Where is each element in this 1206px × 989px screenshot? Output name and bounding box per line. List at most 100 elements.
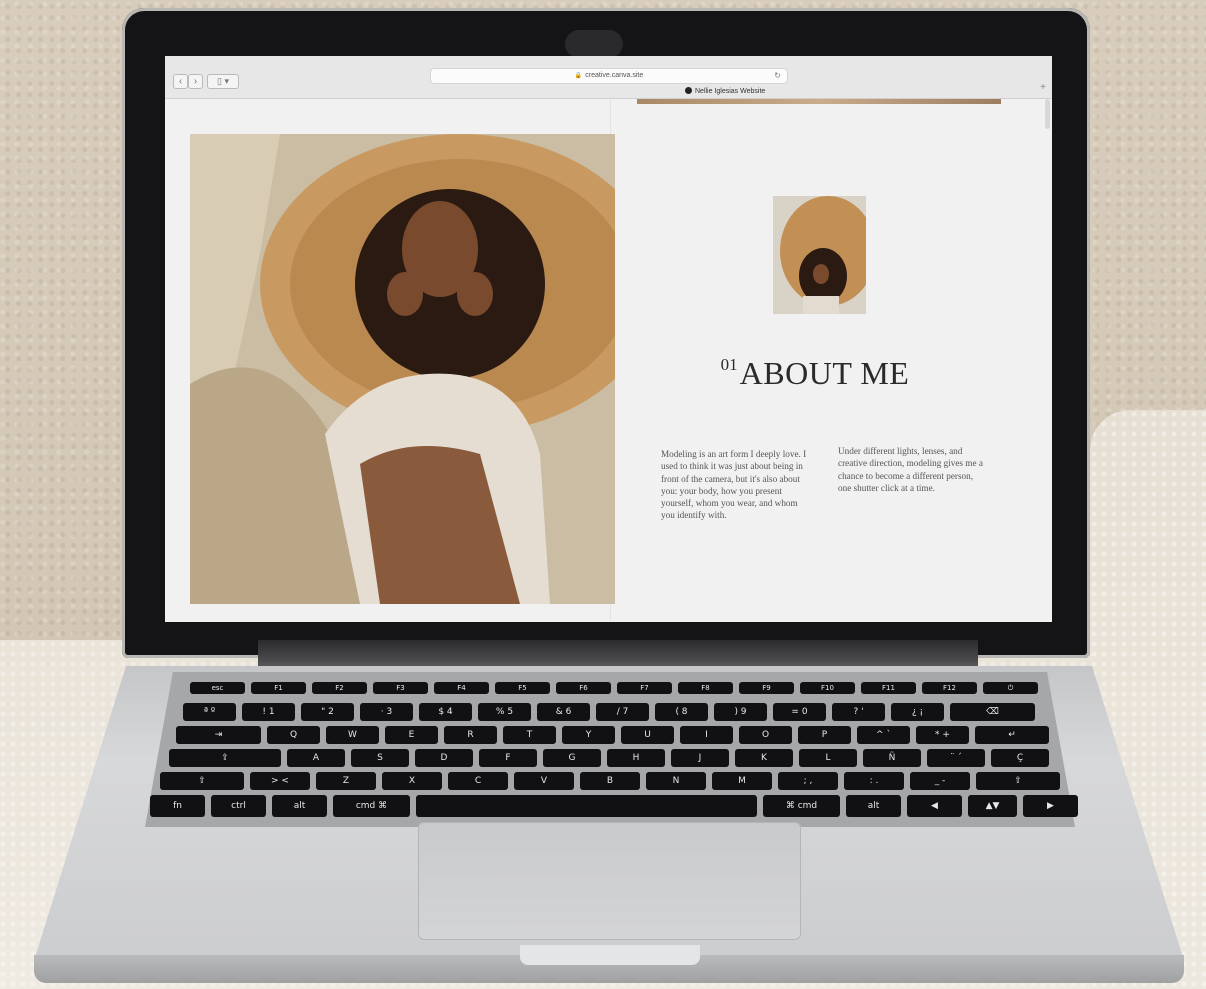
key[interactable]: Q [267,726,320,744]
keyboard-row: fn ctrl alt cmd ⌘ ⌘ cmd alt ◀ ▲▼ ▶ [150,795,1080,817]
key[interactable]: = 0 [773,703,826,721]
key[interactable]: ¨ ´ [927,749,985,767]
key[interactable]: ^ ` [857,726,910,744]
key[interactable]: ⇥ [176,726,261,744]
key[interactable]: Ç [991,749,1049,767]
key[interactable]: F11 [861,682,916,694]
tab-active[interactable]: Nellie Iglesias Website [685,87,765,95]
key[interactable]: ▲▼ [968,795,1017,817]
back-button[interactable]: ‹ [173,74,188,89]
key[interactable]: _ - [910,772,970,790]
key[interactable]: R [444,726,497,744]
key[interactable]: / 7 [596,703,649,721]
key[interactable]: F4 [434,682,489,694]
key[interactable]: L [799,749,857,767]
key[interactable]: % 5 [478,703,531,721]
key[interactable]: ! 1 [242,703,295,721]
thumbnail-portrait-image [773,196,866,314]
key[interactable]: $ 4 [419,703,472,721]
section-heading: 01ABOUT ME [685,355,945,392]
key-space[interactable] [416,795,757,817]
key[interactable]: V [514,772,574,790]
key[interactable]: ctrl [211,795,266,817]
key[interactable]: Z [316,772,376,790]
keyboard-row: esc F1 F2 F3 F4 F5 F6 F7 F8 F9 F10 F11 F12 ⏻ [190,682,1040,694]
key[interactable]: D [415,749,473,767]
key[interactable]: E [385,726,438,744]
key[interactable]: U [621,726,674,744]
section-number: 01 [720,355,738,374]
key[interactable]: · 3 [360,703,413,721]
scrollbar[interactable] [1045,99,1050,129]
keyboard-row: ⇥ Q W E R T Y U I O P ^ ` * + ↵ [176,726,1054,744]
web-page: 01ABOUT ME Modeling is an art form I dee… [165,99,1052,622]
about-paragraph-right: Under different lights, lenses, and crea… [838,446,983,493]
key[interactable]: ⌫ [950,703,1035,721]
key[interactable]: ▶ [1023,795,1078,817]
lock-icon: 🔒 [574,73,583,79]
key[interactable]: C [448,772,508,790]
key[interactable]: " 2 [301,703,354,721]
key[interactable]: M [712,772,772,790]
key[interactable]: F3 [373,682,428,694]
key[interactable]: F5 [495,682,550,694]
key[interactable]: I [680,726,733,744]
key[interactable]: & 6 [537,703,590,721]
key[interactable]: G [543,749,601,767]
key[interactable]: alt [846,795,901,817]
reload-icon[interactable]: ↻ [774,69,781,83]
key[interactable]: N [646,772,706,790]
key[interactable]: ª º [183,703,236,721]
about-paragraph-left: Modeling is an art form I deeply love. I… [661,449,807,521]
key[interactable]: X [382,772,442,790]
key[interactable]: O [739,726,792,744]
key[interactable]: B [580,772,640,790]
key[interactable]: F8 [678,682,733,694]
key[interactable]: > < [250,772,310,790]
key[interactable]: F [479,749,537,767]
address-bar[interactable]: 🔒 creative.canva.site ↻ [430,68,788,84]
new-tab-button[interactable]: + [1040,82,1046,93]
key[interactable]: K [735,749,793,767]
key[interactable]: F9 [739,682,794,694]
key[interactable]: ; , [778,772,838,790]
key[interactable]: alt [272,795,327,817]
key[interactable]: : . [844,772,904,790]
key[interactable]: T [503,726,556,744]
key[interactable]: F6 [556,682,611,694]
key[interactable]: F7 [617,682,672,694]
key[interactable]: esc [190,682,245,694]
webcam [565,30,623,58]
sidebar-toggle-button[interactable]: ▯ ▾ [207,74,239,89]
key[interactable]: * + [916,726,969,744]
tab-title-label: Nellie Iglesias Website [695,88,766,95]
key[interactable]: A [287,749,345,767]
key[interactable]: ◀ [907,795,962,817]
trackpad [418,822,801,940]
key[interactable]: W [326,726,379,744]
forward-button[interactable]: › [188,74,203,89]
key[interactable]: S [351,749,409,767]
key[interactable]: ⏻ [983,682,1038,694]
key[interactable]: F12 [922,682,977,694]
key[interactable]: F10 [800,682,855,694]
key[interactable]: ? ' [832,703,885,721]
key[interactable]: ⌘ cmd [763,795,840,817]
key[interactable]: ⇧ [160,772,244,790]
key[interactable]: ¿ ¡ [891,703,944,721]
key[interactable]: cmd ⌘ [333,795,410,817]
key[interactable]: ⇧ [976,772,1060,790]
key[interactable]: F1 [251,682,306,694]
key[interactable]: ⇪ [169,749,281,767]
key[interactable]: F2 [312,682,367,694]
keyboard-row: ª º ! 1 " 2 · 3 $ 4 % 5 & 6 / 7 ( 8 ) 9 = 0 ? ' ¿ ¡ ⌫ [183,703,1045,721]
key[interactable]: Ñ [863,749,921,767]
key[interactable]: fn [150,795,205,817]
key[interactable]: J [671,749,729,767]
key[interactable]: ↵ [975,726,1049,744]
key[interactable]: ( 8 [655,703,708,721]
key[interactable]: ) 9 [714,703,767,721]
key[interactable]: P [798,726,851,744]
key[interactable]: Y [562,726,615,744]
key[interactable]: H [607,749,665,767]
